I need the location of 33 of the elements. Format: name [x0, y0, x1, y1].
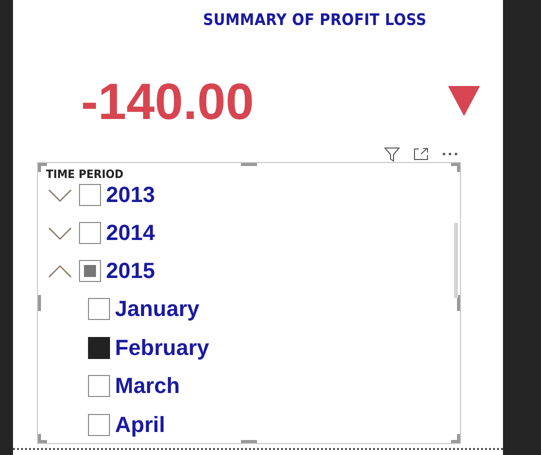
resize-handle[interactable] — [457, 295, 460, 311]
chevron-down-icon[interactable] — [48, 188, 72, 202]
month-label[interactable]: March — [115, 373, 180, 400]
more-options-icon[interactable] — [442, 152, 458, 156]
resize-handle[interactable] — [38, 163, 47, 172]
slicer-title: TIME PERIOD — [46, 168, 124, 181]
year-label[interactable]: 2014 — [106, 220, 155, 246]
resize-handle[interactable] — [38, 434, 47, 443]
chevron-down-icon[interactable] — [48, 226, 72, 240]
filter-icon[interactable] — [384, 146, 400, 162]
checkbox[interactable] — [79, 222, 101, 244]
chevron-up-icon[interactable] — [48, 264, 72, 278]
month-label[interactable]: February — [115, 334, 210, 361]
checkbox[interactable] — [88, 298, 110, 320]
checkbox[interactable] — [79, 184, 101, 206]
down-triangle-icon — [448, 86, 480, 116]
year-label[interactable]: 2015 — [106, 258, 155, 284]
year-label[interactable]: 2013 — [106, 182, 155, 208]
month-label[interactable]: January — [115, 296, 200, 322]
resize-handle[interactable] — [38, 295, 41, 311]
resize-handle[interactable] — [241, 440, 257, 443]
checkbox[interactable] — [79, 260, 101, 282]
card-title: SUMMARY OF PROFIT LOSS — [203, 10, 427, 29]
month-label[interactable]: April — [115, 412, 166, 438]
resize-handle[interactable] — [241, 163, 257, 166]
kpi-value: -140.00 — [81, 72, 254, 130]
checkbox[interactable] — [88, 414, 110, 436]
resize-handle[interactable] — [451, 163, 460, 172]
checkbox[interactable] — [88, 375, 110, 398]
scrollbar[interactable] — [454, 223, 458, 298]
resize-handle[interactable] — [451, 434, 460, 443]
focus-mode-icon[interactable] — [413, 147, 429, 161]
checkbox[interactable] — [88, 336, 110, 359]
